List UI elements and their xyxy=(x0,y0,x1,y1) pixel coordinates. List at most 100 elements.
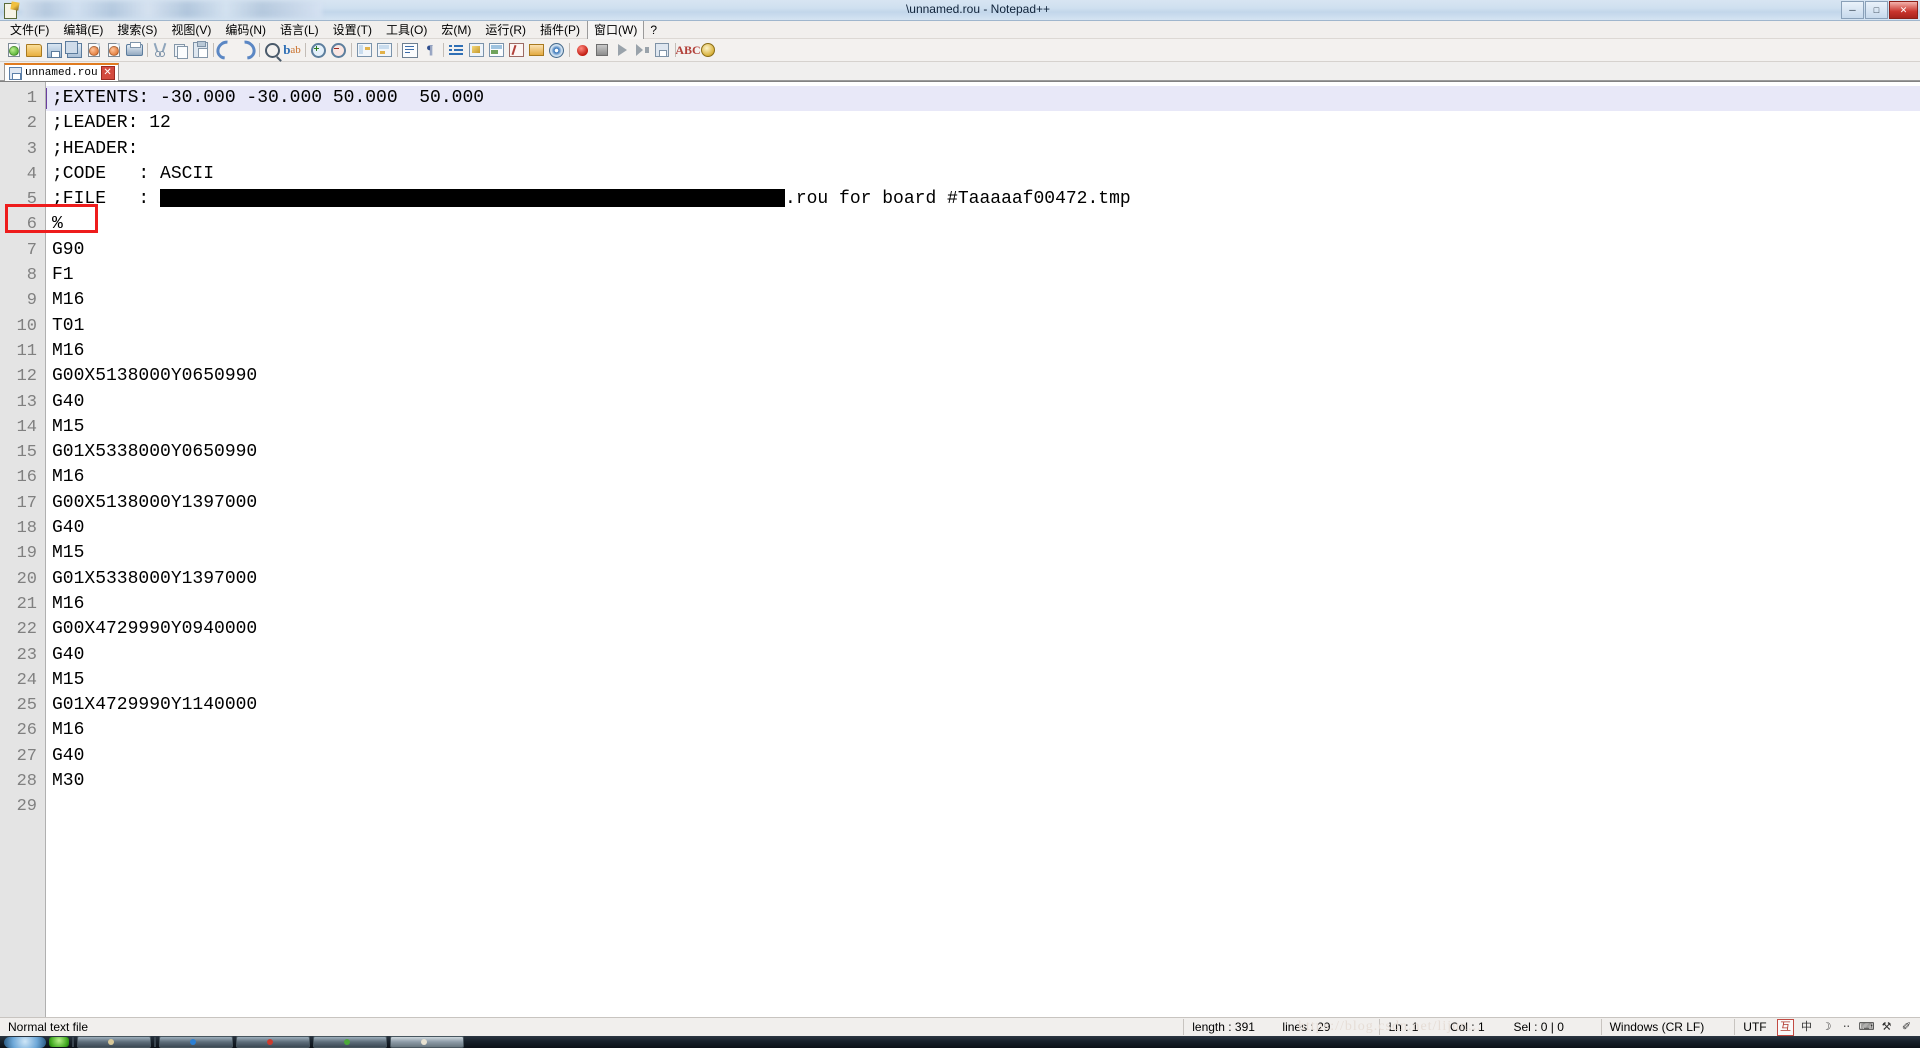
paste-icon[interactable] xyxy=(190,40,210,60)
line-number: 15 xyxy=(16,443,37,463)
code-line[interactable]: ;CODE : ASCII xyxy=(46,162,1920,187)
code-line[interactable]: M15 xyxy=(46,668,1920,693)
menu-view[interactable]: 视图(V) xyxy=(164,20,218,40)
code-line[interactable]: M16 xyxy=(46,288,1920,313)
sync-horizontal-icon[interactable] xyxy=(374,40,394,60)
maximize-button[interactable]: □ xyxy=(1865,1,1888,19)
code-line[interactable]: M30 xyxy=(46,769,1920,794)
code-content[interactable]: ;EXTENTS: -30.000 -30.000 50.000 50.000 … xyxy=(46,82,1920,1017)
undo-icon[interactable] xyxy=(212,36,240,64)
code-line[interactable]: ;EXTENTS: -30.000 -30.000 50.000 50.000 xyxy=(46,86,1920,112)
menu-help[interactable]: ? xyxy=(644,22,663,38)
sync-vertical-icon[interactable] xyxy=(354,40,374,60)
taskbar-window-4[interactable] xyxy=(313,1036,387,1048)
new-file-icon[interactable] xyxy=(4,40,24,60)
code-line[interactable]: M16 xyxy=(46,465,1920,490)
menu-search[interactable]: 搜索(S) xyxy=(110,20,164,40)
close-file-icon[interactable] xyxy=(84,40,104,60)
menu-file[interactable]: 文件(F) xyxy=(3,20,56,40)
code-line[interactable]: % xyxy=(46,212,1920,237)
document-map-icon[interactable] xyxy=(486,40,506,60)
replace-icon[interactable]: b ab xyxy=(282,40,302,60)
folder-as-workspace-icon[interactable] xyxy=(526,40,546,60)
code-line[interactable]: G40 xyxy=(46,744,1920,769)
line-number: 27 xyxy=(16,746,37,766)
word-wrap-icon[interactable] xyxy=(400,40,420,60)
menu-macro[interactable]: 宏(M) xyxy=(434,20,478,40)
run-macro-multiple-icon[interactable] xyxy=(632,40,652,60)
code-line[interactable]: F1 xyxy=(46,263,1920,288)
find-icon[interactable] xyxy=(262,40,282,62)
indent-guide-icon[interactable] xyxy=(446,40,466,60)
code-line[interactable]: G90 xyxy=(46,238,1920,263)
save-all-icon[interactable] xyxy=(64,40,84,60)
ime-language-icon[interactable]: 中 xyxy=(1799,1020,1814,1035)
cut-icon[interactable] xyxy=(150,40,170,60)
code-line[interactable]: G40 xyxy=(46,390,1920,415)
ime-punctuation-icon[interactable]: ☽ xyxy=(1819,1020,1834,1035)
code-line[interactable]: T01 xyxy=(46,314,1920,339)
menu-plugins[interactable]: 插件(P) xyxy=(533,20,587,40)
close-button[interactable]: ✕ xyxy=(1889,1,1918,19)
code-line[interactable]: G40 xyxy=(46,516,1920,541)
taskbar-window-1[interactable] xyxy=(77,1036,151,1048)
show-all-chars-icon[interactable]: ¶ xyxy=(420,40,440,60)
code-line[interactable]: M16 xyxy=(46,339,1920,364)
user-define-dialog-icon[interactable] xyxy=(466,40,486,60)
minimize-button[interactable]: ─ xyxy=(1841,1,1864,19)
code-line[interactable]: M16 xyxy=(46,592,1920,617)
menu-edit[interactable]: 编辑(E) xyxy=(56,20,110,40)
line-number: 8 xyxy=(26,266,37,286)
ime-mode-icon[interactable]: 互 xyxy=(1777,1018,1795,1036)
code-line-redacted[interactable]: ;FILE : .rou for board #Taaaaaf00472.tmp xyxy=(46,187,1920,212)
code-line[interactable]: G01X5338000Y0650990 xyxy=(46,440,1920,465)
taskbar-window-2[interactable] xyxy=(159,1036,233,1048)
tab-unnamed-rou[interactable]: unnamed.rou ✕ xyxy=(4,63,119,81)
menu-tools[interactable]: 工具(O) xyxy=(379,20,434,40)
code-line[interactable]: ;LEADER: 12 xyxy=(46,111,1920,136)
code-line[interactable]: G00X5138000Y1397000 xyxy=(46,491,1920,516)
code-line[interactable] xyxy=(46,794,1920,819)
close-all-icon[interactable] xyxy=(104,40,124,60)
code-line[interactable]: M15 xyxy=(46,541,1920,566)
playback-macro-icon[interactable] xyxy=(612,40,632,60)
menu-settings[interactable]: 设置(T) xyxy=(326,20,379,40)
menu-encoding[interactable]: 编码(N) xyxy=(218,20,273,40)
ime-keyboard-icon[interactable]: ⌨ xyxy=(1859,1020,1875,1035)
function-list-icon[interactable] xyxy=(506,40,526,60)
code-line[interactable]: M15 xyxy=(46,415,1920,440)
code-line[interactable]: G01X5338000Y1397000 xyxy=(46,567,1920,592)
run-icon[interactable] xyxy=(698,40,718,60)
taskbar-quicklaunch-icon[interactable] xyxy=(49,1037,69,1047)
menu-language[interactable]: 语言(L) xyxy=(273,20,326,40)
record-macro-icon[interactable] xyxy=(572,40,592,60)
code-line[interactable]: M16 xyxy=(46,718,1920,743)
menu-window[interactable]: 窗口(W) xyxy=(587,19,645,40)
spell-check-icon[interactable]: ABC xyxy=(675,40,700,60)
code-line[interactable]: G01X4729990Y1140000 xyxy=(46,693,1920,718)
ime-tools-icon[interactable]: ⚒ xyxy=(1879,1020,1894,1035)
save-icon[interactable] xyxy=(44,40,64,60)
menu-run[interactable]: 运行(R) xyxy=(478,20,533,40)
copy-icon[interactable] xyxy=(170,40,190,60)
open-file-icon[interactable] xyxy=(24,40,44,60)
code-line[interactable]: G00X5138000Y0650990 xyxy=(46,364,1920,389)
redo-icon[interactable] xyxy=(232,36,260,64)
stop-macro-icon[interactable] xyxy=(592,40,612,60)
zoom-out-icon[interactable] xyxy=(328,40,348,60)
code-line[interactable]: ;HEADER: xyxy=(46,137,1920,162)
ime-settings-icon[interactable]: ✐ xyxy=(1899,1020,1914,1035)
ime-halfwidth-icon[interactable]: ⋅⋅ xyxy=(1839,1020,1854,1035)
print-icon[interactable] xyxy=(124,40,144,60)
taskbar-window-3[interactable] xyxy=(236,1036,310,1048)
start-button[interactable] xyxy=(4,1036,46,1048)
save-macro-icon[interactable] xyxy=(652,40,672,60)
code-line[interactable]: G00X4729990Y0940000 xyxy=(46,617,1920,642)
line-number: 5 xyxy=(26,190,37,210)
code-line[interactable]: G40 xyxy=(46,643,1920,668)
monitoring-icon[interactable] xyxy=(546,40,566,60)
taskbar-window-notepadpp[interactable] xyxy=(390,1036,464,1048)
zoom-in-icon[interactable] xyxy=(308,40,328,60)
tab-label: unnamed.rou xyxy=(25,67,98,79)
close-icon[interactable]: ✕ xyxy=(100,66,115,80)
